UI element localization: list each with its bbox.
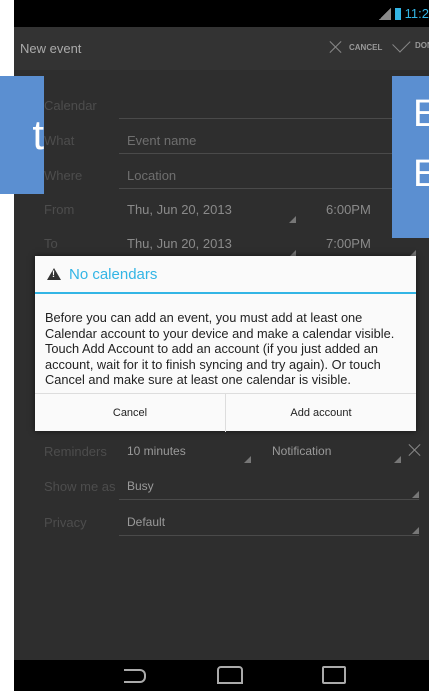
overlay-left-text: t — [32, 111, 44, 158]
done-action-button[interactable]: DON — [392, 34, 429, 53]
status-time: 11:2 — [404, 6, 429, 21]
overlay-left-panel: t — [0, 76, 44, 194]
where-row: Where Location — [14, 160, 429, 190]
dropdown-arrow-icon — [412, 491, 419, 498]
dropdown-arrow-icon — [289, 216, 296, 223]
from-row: From Thu, Jun 20, 2013 6:00PM — [14, 194, 429, 224]
add-account-button[interactable]: Add account — [225, 394, 416, 432]
dialog-message: Before you can add an event, you must ad… — [45, 310, 395, 387]
to-date-picker[interactable]: Thu, Jun 20, 2013 — [127, 236, 232, 251]
privacy-select[interactable]: Default — [127, 515, 165, 529]
show-me-as-row: Show me as Busy — [14, 471, 429, 501]
what-row: What Event name — [14, 125, 429, 155]
dropdown-arrow-icon — [244, 456, 251, 463]
reminders-row: Reminders 10 minutes Notification — [14, 436, 429, 466]
done-action-label: DON — [415, 41, 429, 50]
dropdown-arrow-icon — [412, 527, 419, 534]
back-icon[interactable] — [124, 669, 146, 683]
close-icon — [329, 40, 343, 54]
event-name-input[interactable]: Event name — [127, 133, 196, 148]
from-label: From — [44, 202, 75, 217]
overlay-right-panel: E E — [392, 76, 429, 238]
to-time-picker[interactable]: 7:00PM — [326, 236, 371, 251]
availability-select[interactable]: Busy — [127, 479, 154, 493]
reminders-label: Reminders — [44, 444, 107, 459]
cancel-action-label: CANCEL — [349, 42, 383, 52]
signal-icon — [378, 7, 391, 20]
to-label: To — [44, 236, 58, 251]
dialog-title: No calendars — [69, 265, 158, 283]
remove-reminder-icon[interactable] — [408, 443, 422, 457]
dropdown-arrow-icon — [394, 456, 401, 463]
battery-icon — [394, 7, 401, 20]
status-bar: 11:2 — [14, 0, 429, 27]
calendar-label: Calendar — [44, 98, 97, 113]
overlay-right-text-2: E — [413, 153, 429, 195]
recent-apps-icon[interactable] — [322, 666, 346, 684]
navigation-bar — [14, 660, 429, 691]
dialog-button-bar: Cancel Add account — [35, 393, 416, 432]
home-icon[interactable] — [217, 666, 243, 684]
privacy-row: Privacy Default — [14, 507, 429, 537]
reminder-method-select[interactable]: Notification — [272, 444, 331, 458]
to-row: To Thu, Jun 20, 2013 7:00PM — [14, 228, 429, 258]
privacy-label: Privacy — [44, 515, 87, 530]
reminder-time-select[interactable]: 10 minutes — [127, 444, 186, 458]
location-input[interactable]: Location — [127, 168, 176, 183]
no-calendars-dialog: No calendars Before you can add an event… — [35, 256, 416, 432]
cancel-button[interactable]: Cancel — [35, 394, 225, 432]
action-bar: New event CANCEL DON — [14, 27, 429, 70]
dialog-title-bar: No calendars — [35, 256, 416, 294]
overlay-right-text-1: E — [413, 93, 429, 135]
what-label: What — [44, 133, 75, 148]
calendar-row[interactable]: Calendar — [14, 90, 429, 120]
check-icon — [392, 34, 411, 53]
cancel-action-button[interactable]: CANCEL — [329, 40, 382, 54]
page-title: New event — [20, 41, 82, 56]
warning-icon — [47, 268, 61, 280]
where-label: Where — [44, 168, 83, 183]
show-me-as-label: Show me as — [44, 479, 116, 494]
from-time-picker[interactable]: 6:00PM — [326, 202, 371, 217]
from-date-picker[interactable]: Thu, Jun 20, 2013 — [127, 202, 232, 217]
